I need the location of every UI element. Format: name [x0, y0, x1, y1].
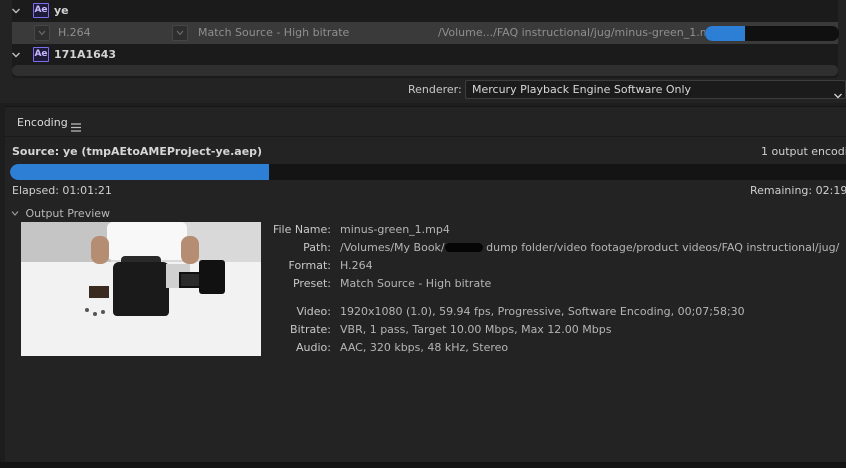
encoding-panel: Encoding Source: ye (tmpAEtoAMEProject-y…: [5, 106, 846, 462]
encoding-panel-header: Encoding: [5, 107, 846, 137]
queue-scrollbar[interactable]: [12, 65, 838, 76]
renderer-select[interactable]: Mercury Playback Engine Software Only: [465, 80, 846, 99]
elapsed-time: Elapsed: 01:01:21: [12, 184, 112, 197]
panel-bottom-edge: [0, 462, 846, 468]
format-dropdown-button[interactable]: [34, 25, 50, 41]
output-count-status: 1 output encodin: [761, 145, 846, 158]
encoding-progress-fill: [10, 164, 270, 180]
redaction-mark: [444, 243, 483, 252]
output-preview-toggle[interactable]: Output Preview: [11, 207, 110, 220]
media-encoder-window: Ae ye Ae 171A1643 H.264 Match Source - H…: [0, 0, 846, 468]
path-value: /Volumes/My Book/ dump folder/video foot…: [340, 241, 839, 254]
chevron-down-icon[interactable]: [10, 5, 22, 17]
queue-panel: Ae ye Ae 171A1643 H.264 Match Source - H…: [0, 0, 846, 103]
queue-project-row[interactable]: Ae 171A1643: [12, 44, 838, 66]
audio-value: AAC, 320 kbps, 48 kHz, Stereo: [340, 341, 509, 354]
path-label: Path:: [303, 241, 331, 254]
preset-value: Match Source - High bitrate: [340, 277, 492, 290]
format-value: H.264: [340, 259, 373, 272]
chevron-down-icon[interactable]: [10, 49, 22, 61]
output-progress-bar: [705, 26, 839, 41]
encoding-progress-bar: [10, 164, 846, 180]
renderer-select-value: Mercury Playback Engine Software Only: [472, 83, 692, 96]
queue-project-row[interactable]: Ae ye: [12, 0, 838, 22]
file-name-value: minus-green_1.mp4: [340, 223, 450, 236]
chevron-down-icon: [833, 85, 843, 104]
ae-project-icon: Ae: [33, 47, 49, 62]
output-file-path[interactable]: /Volume.../FAQ instructional/jug/minus-g…: [438, 26, 724, 39]
output-format[interactable]: H.264: [58, 26, 91, 39]
file-name-label: File Name:: [272, 223, 331, 236]
triangle-down-icon: [11, 207, 19, 220]
audio-label: Audio:: [296, 341, 331, 354]
video-value: 1920x1080 (1.0), 59.94 fps, Progressive,…: [340, 305, 745, 318]
path-prefix: /Volumes/My Book/: [340, 241, 445, 254]
format-label: Format:: [288, 259, 331, 272]
project-name: 171A1643: [54, 48, 117, 61]
encoding-tab[interactable]: Encoding: [17, 116, 68, 129]
preset-dropdown-button[interactable]: [172, 25, 188, 41]
output-preset[interactable]: Match Source - High bitrate: [198, 26, 349, 39]
video-label: Video:: [296, 305, 331, 318]
bitrate-value: VBR, 1 pass, Target 10.00 Mbps, Max 12.0…: [340, 323, 612, 336]
ae-project-icon: Ae: [33, 3, 49, 18]
remaining-time: Remaining: 02:19:39: [750, 184, 846, 197]
preset-label: Preset:: [292, 277, 331, 290]
path-suffix: dump folder/video footage/product videos…: [486, 241, 840, 254]
output-preview-heading: Output Preview: [25, 207, 111, 220]
encoding-source: Source: ye (tmpAEtoAMEProject-ye.aep): [12, 145, 263, 158]
output-progress-fill: [705, 26, 746, 41]
renderer-label: Renderer:: [408, 83, 462, 96]
hamburger-menu-icon[interactable]: [71, 117, 81, 136]
bitrate-label: Bitrate:: [290, 323, 331, 336]
project-name: ye: [54, 4, 69, 17]
